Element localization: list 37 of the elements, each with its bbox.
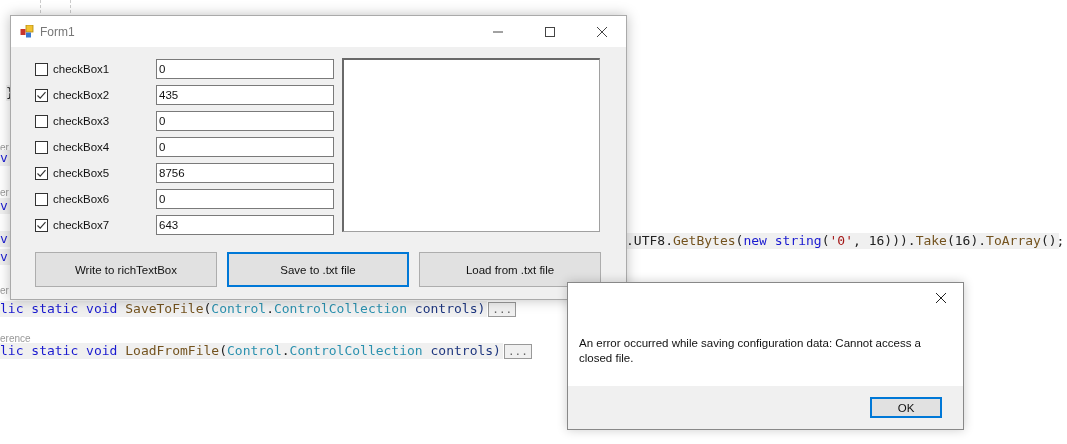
checkbox[interactable]: [35, 166, 48, 180]
input-field[interactable]: 0: [156, 59, 334, 79]
fold-marker[interactable]: ...: [488, 301, 517, 317]
checkbox-label[interactable]: checkBox7: [53, 219, 156, 231]
input-field[interactable]: 0: [156, 111, 334, 131]
input-field[interactable]: 0: [156, 137, 334, 157]
checkbox-label[interactable]: checkBox3: [53, 115, 156, 127]
close-icon[interactable]: [935, 292, 947, 304]
checkbox[interactable]: [35, 114, 48, 128]
checkbox-label[interactable]: checkBox1: [53, 63, 156, 75]
checkbox-label[interactable]: checkBox5: [53, 167, 156, 179]
codelens-text: er: [0, 186, 9, 198]
checkbox-label[interactable]: checkBox4: [53, 141, 156, 153]
fold-marker[interactable]: ...: [503, 343, 532, 359]
input-field[interactable]: 643: [156, 215, 334, 235]
action-button[interactable]: Write to richTextBox: [35, 252, 217, 287]
window-title: Form1: [40, 24, 75, 39]
input-field[interactable]: 8756: [156, 163, 334, 183]
input-field[interactable]: 0: [156, 189, 334, 209]
app-icon: [20, 25, 34, 38]
close-icon[interactable]: [596, 25, 608, 38]
checkbox[interactable]: [35, 88, 48, 102]
input-field[interactable]: 435: [156, 85, 334, 105]
checkbox[interactable]: [35, 62, 48, 76]
maximize-icon[interactable]: [544, 25, 556, 38]
checkbox[interactable]: [35, 218, 48, 232]
ok-button[interactable]: OK: [870, 397, 942, 418]
checkbox[interactable]: [35, 140, 48, 154]
error-message: An error occurred while saving configuration data: Cannot access a closed file.: [579, 336, 922, 366]
action-button[interactable]: Save to .txt file: [227, 252, 409, 287]
checkbox[interactable]: [35, 192, 48, 206]
rich-text-box[interactable]: [342, 58, 600, 232]
codelens-text: erence: [0, 332, 31, 344]
codelens-text: er: [0, 284, 9, 296]
checkbox-label[interactable]: checkBox2: [53, 89, 156, 101]
checkbox-label[interactable]: checkBox6: [53, 193, 156, 205]
action-button[interactable]: Load from .txt file: [419, 252, 601, 287]
